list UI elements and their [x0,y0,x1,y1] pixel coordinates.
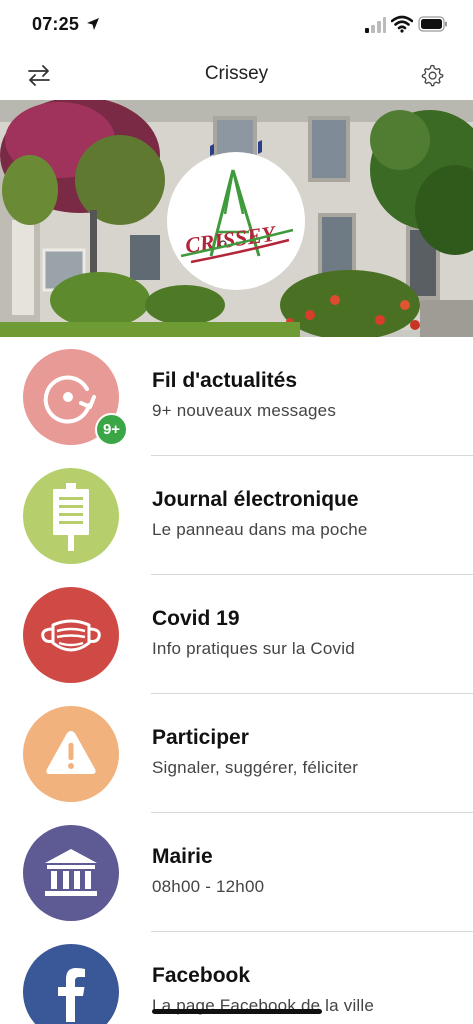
menu-item-townhall[interactable]: Mairie 08h00 - 12h00 [0,813,473,932]
cellular-signal-icon [365,17,386,33]
status-time: 07:25 [32,14,80,34]
menu-item-subtitle: Info pratiques sur la Covid [152,639,355,658]
menu-item-title: Journal électronique [152,488,359,511]
menu-item-title: Covid 19 [152,607,240,630]
wifi-icon [391,15,413,33]
town-hall-icon [45,849,97,896]
menu-item-subtitle: Le panneau dans ma poche [152,520,368,539]
battery-icon [418,16,447,32]
page-title: Crissey [204,63,269,84]
nav-bar: Crissey [0,50,473,100]
menu-item-covid[interactable]: Covid 19 Info pratiques sur la Covid [0,575,473,694]
face-mask-icon [41,619,101,652]
home-indicator[interactable] [152,1009,322,1014]
unread-badge: 9+ [95,413,128,446]
menu-item-participate[interactable]: Participer Signaler, suggérer, féliciter [0,694,473,813]
sign-board-icon [53,483,89,551]
menu-item-subtitle: 9+ nouveaux messages [152,401,337,420]
covid-icon-circle [23,587,119,683]
menu-item-title: Facebook [152,964,251,987]
menu-item-news[interactable]: 9+ Fil d'actualités 9+ nouveaux messages [0,337,473,456]
town-logo: CRISSEY [167,152,305,290]
townhall-icon-circle [23,825,119,921]
menu-item-subtitle: 08h00 - 12h00 [152,877,265,896]
facebook-icon [58,968,85,1022]
menu-list: 9+ Fil d'actualités 9+ nouveaux messages… [0,337,473,1024]
menu-item-title: Mairie [152,845,213,868]
journal-icon-circle [23,468,119,564]
crissey-logo-icon: CRISSEY [180,169,294,264]
location-arrow-icon [87,18,99,30]
status-bar: 07:25 [0,0,473,50]
participate-icon-circle [23,706,119,802]
gear-icon[interactable] [420,63,444,87]
facebook-icon-circle [23,944,119,1024]
menu-item-subtitle: Signaler, suggérer, féliciter [152,758,359,777]
menu-item-title: Fil d'actualités [152,369,298,392]
menu-item-journal[interactable]: Journal électronique Le panneau dans ma … [0,456,473,575]
warning-icon [46,731,96,774]
menu-item-title: Participer [152,726,249,749]
